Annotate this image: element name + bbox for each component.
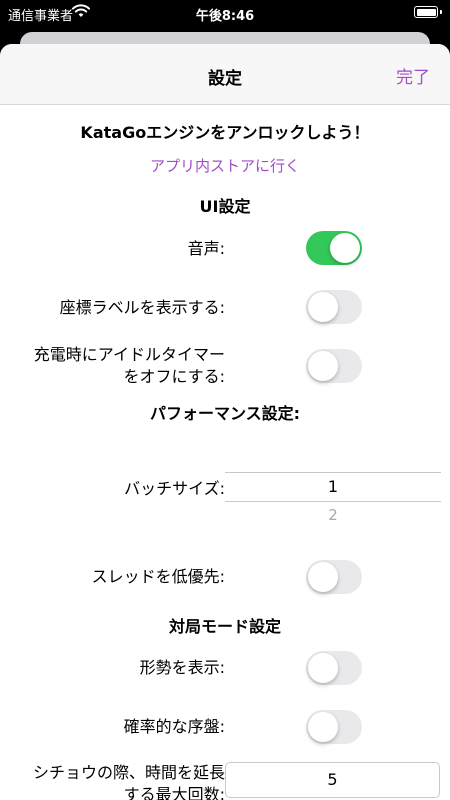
page-title: 設定: [208, 69, 242, 89]
toggle-knob: [308, 653, 338, 683]
performance-heading: パフォーマンス設定:: [149, 404, 301, 423]
ladder-extension-label-line1: シチョウの際、時間を延長: [32, 763, 225, 782]
done-button[interactable]: 完了: [396, 63, 430, 88]
ui-settings-heading: UI設定: [199, 197, 251, 216]
unlock-heading: KataGoエンジンをアンロックしよう！: [80, 123, 370, 142]
toggle-knob: [308, 562, 338, 592]
sound-label: 音声:: [187, 239, 225, 258]
batch-size-label: バッチサイズ:: [124, 479, 225, 498]
clock: 午後8:46: [195, 9, 255, 24]
toggle-knob: [330, 233, 360, 263]
ladder-extension-label-line2: する最大回数:: [123, 785, 225, 800]
random-opening-toggle[interactable]: [306, 710, 362, 744]
sound-toggle[interactable]: [306, 231, 362, 265]
show-ownership-toggle[interactable]: [306, 651, 362, 685]
ladder-extension-label: シチョウの際、時間を延長 する最大回数:: [33, 762, 225, 800]
idle-timer-label-line2: をオフにする:: [123, 367, 225, 386]
status-bar: 通信事業者 午後8:46: [0, 0, 450, 30]
low-priority-thread-label: スレッドを低優先:: [91, 567, 225, 586]
random-opening-label: 確率的な序盤:: [123, 717, 225, 736]
idle-timer-label: 充電時にアイドルタイマー をオフにする:: [34, 344, 225, 388]
picker-selected-value: 1: [225, 472, 441, 502]
low-priority-thread-toggle[interactable]: [306, 560, 362, 594]
ladder-extension-input[interactable]: 5: [225, 762, 440, 798]
nav-bar: 設定 完了: [0, 44, 450, 105]
coord-labels-label: 座標ラベルを表示する:: [59, 298, 225, 317]
battery-icon: [414, 6, 438, 18]
battery-nub: [440, 10, 442, 14]
coord-labels-toggle[interactable]: [306, 290, 362, 324]
game-mode-heading: 対局モード設定: [168, 617, 281, 636]
settings-sheet: 設定 完了 KataGoエンジンをアンロックしよう！ アプリ内ストアに行く UI…: [0, 44, 450, 800]
toggle-knob: [308, 292, 338, 322]
toggle-knob: [308, 351, 338, 381]
idle-timer-toggle[interactable]: [306, 349, 362, 383]
picker-next-value: 2: [328, 506, 338, 524]
show-ownership-label: 形勢を表示:: [139, 658, 225, 677]
idle-timer-label-line1: 充電時にアイドルタイマー: [33, 345, 225, 364]
store-link[interactable]: アプリ内ストアに行く: [0, 155, 450, 176]
toggle-knob: [308, 712, 338, 742]
